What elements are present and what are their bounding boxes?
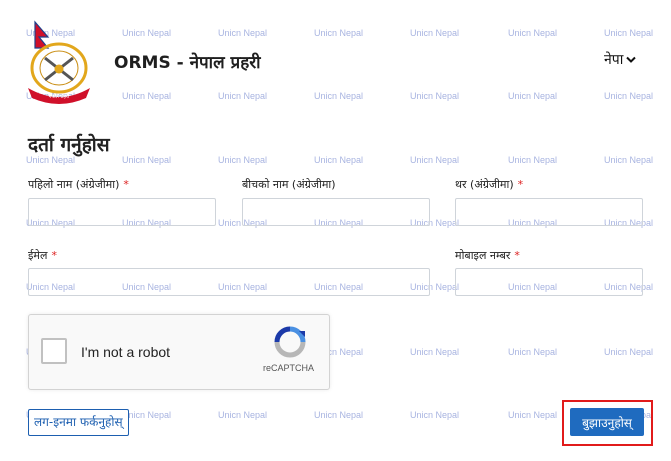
- watermark-text: Unicn Nepal: [410, 91, 460, 101]
- first-name-label-text: पहिलो नाम (अंग्रेजीमा): [28, 178, 120, 191]
- submit-button[interactable]: बुझाउनुहोस्: [570, 408, 644, 436]
- watermark-text: Unicn Nepal: [508, 410, 558, 420]
- watermark-layer: Unicn Nepal Unicn Nepal Unicn Nepal Unicn N…: [0, 0, 671, 461]
- watermark-text: Unicn Nepal: [508, 28, 558, 38]
- watermark-text: Unicn Nepal: [122, 155, 172, 165]
- mobile-input[interactable]: [455, 268, 643, 296]
- page-title: दर्ता गर्नुहोस: [28, 134, 110, 156]
- middle-name-label-text: बीचको नाम (अंग्रेजीमा): [242, 178, 336, 191]
- required-mark: *: [51, 249, 57, 262]
- email-label: ईमेल *: [28, 248, 57, 263]
- recaptcha-checkbox[interactable]: [41, 338, 67, 364]
- chevron-down-icon: [626, 56, 637, 63]
- watermark-text: Unicn Nepal: [604, 347, 654, 357]
- recaptcha-brand: reCAPTCHA: [263, 363, 315, 373]
- first-name-input[interactable]: [28, 198, 216, 226]
- nepal-police-logo: नेपाल प्रहरी: [28, 20, 90, 104]
- app-title: ORMS - नेपाल प्रहरी: [114, 53, 261, 73]
- watermark-text: Unicn Nepal: [410, 155, 460, 165]
- mobile-label-text: मोबाइल नम्बर: [455, 249, 511, 262]
- watermark-text: Unicn Nepal: [604, 28, 654, 38]
- middle-name-input[interactable]: [242, 198, 430, 226]
- email-label-text: ईमेल: [28, 249, 48, 262]
- language-selector[interactable]: नेपा: [604, 50, 637, 69]
- watermark-text: Unicn Nepal: [508, 91, 558, 101]
- watermark-text: Unicn Nepal: [604, 155, 654, 165]
- watermark-text: Unicn Nepal: [218, 410, 268, 420]
- last-name-input[interactable]: [455, 198, 643, 226]
- watermark-text: Unicn Nepal: [508, 347, 558, 357]
- required-mark: *: [514, 249, 520, 262]
- watermark-text: Unicn Nepal: [314, 410, 364, 420]
- watermark-text: Unicn Nepal: [314, 155, 364, 165]
- middle-name-label: बीचको नाम (अंग्रेजीमा): [242, 177, 336, 192]
- language-label: नेपा: [604, 52, 624, 68]
- last-name-label-text: थर (अंग्रेजीमा): [455, 178, 514, 191]
- watermark-text: Unicn Nepal: [218, 91, 268, 101]
- watermark-text: Unicn Nepal: [218, 28, 268, 38]
- back-to-login-button[interactable]: लग-इनमा फर्कनुहोस्: [28, 409, 129, 436]
- watermark-text: Unicn Nepal: [410, 28, 460, 38]
- email-input[interactable]: [28, 268, 430, 296]
- last-name-label: थर (अंग्रेजीमा) *: [455, 177, 523, 192]
- required-mark: *: [517, 178, 524, 191]
- recaptcha-icon: [274, 326, 306, 358]
- watermark-text: Unicn Nepal: [314, 28, 364, 38]
- watermark-text: Unicn Nepal: [218, 155, 268, 165]
- watermark-text: Unicn Nepal: [122, 410, 172, 420]
- first-name-label: पहिलो नाम (अंग्रेजीमा) *: [28, 177, 129, 192]
- recaptcha-widget: I'm not a robot reCAPTCHA: [28, 314, 330, 390]
- watermark-text: Unicn Nepal: [122, 91, 172, 101]
- watermark-text: Unicn Nepal: [122, 28, 172, 38]
- watermark-text: Unicn Nepal: [508, 155, 558, 165]
- recaptcha-label: I'm not a robot: [81, 344, 171, 360]
- watermark-text: Unicn Nepal: [410, 347, 460, 357]
- watermark-text: Unicn Nepal: [604, 91, 654, 101]
- required-mark: *: [123, 178, 129, 191]
- watermark-text: Unicn Nepal: [314, 91, 364, 101]
- mobile-label: मोबाइल नम्बर *: [455, 248, 520, 263]
- watermark-text: Unicn Nepal: [410, 410, 460, 420]
- svg-text:नेपाल प्रहरी: नेपाल प्रहरी: [48, 93, 70, 100]
